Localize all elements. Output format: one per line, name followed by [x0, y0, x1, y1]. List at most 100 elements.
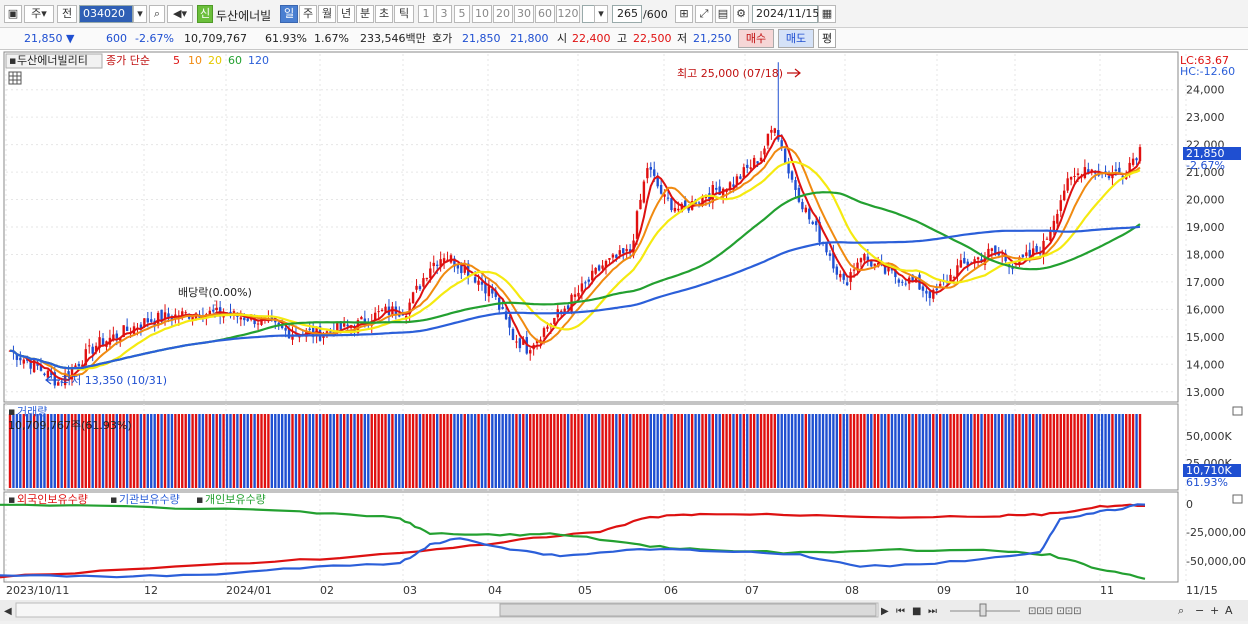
date-input[interactable]: 2024/11/15: [752, 5, 819, 23]
volume-bar: [294, 414, 298, 488]
volume-bar: [370, 414, 373, 488]
search-icon[interactable]: ⌕: [149, 5, 165, 23]
volume-bar: [990, 414, 994, 488]
candle-body: [1028, 249, 1031, 257]
new-badge[interactable]: 신: [197, 5, 213, 23]
period-tick[interactable]: 틱: [394, 5, 414, 23]
legend-stock-name: 두산에너빌리티: [17, 54, 88, 67]
stop-icon[interactable]: ■: [912, 606, 921, 617]
volume-bar: [494, 414, 497, 488]
interval-60[interactable]: 60: [535, 5, 555, 23]
candle-body: [1056, 213, 1059, 224]
zoom-slider-handle[interactable]: [979, 603, 987, 617]
volume-close-icon[interactable]: [1232, 406, 1243, 416]
volume-bar: [1066, 414, 1069, 488]
volume-bar: [391, 414, 394, 488]
hold-tick-25m: -25,000,00: [1186, 526, 1246, 539]
table-toggle-icon[interactable]: [8, 71, 22, 85]
interval-20[interactable]: 20: [493, 5, 513, 23]
type-select[interactable]: 주▾: [24, 5, 54, 23]
sell-button[interactable]: 매도: [778, 29, 814, 48]
candle-body: [477, 280, 480, 285]
volume-bar: [856, 414, 859, 488]
zoom-search-icon[interactable]: ⌕: [1178, 604, 1184, 617]
interval-30[interactable]: 30: [514, 5, 534, 23]
date-tick-label: 12: [144, 584, 158, 597]
period-second[interactable]: 초: [375, 5, 393, 23]
font-size-icon[interactable]: A: [1225, 604, 1233, 617]
legend-individual: 개인보유수량: [205, 493, 266, 506]
candle-body: [215, 307, 218, 311]
candle-body: [611, 254, 615, 258]
volume-bar: [777, 414, 780, 488]
scroll-right-icon[interactable]: ▶: [881, 606, 889, 617]
candle-body: [873, 263, 876, 266]
period-year[interactable]: 년: [337, 5, 355, 23]
layout-icons[interactable]: ⊡⊡⊡ ⊡⊡⊡: [1028, 606, 1081, 617]
candle-body: [742, 167, 746, 178]
period-day[interactable]: 일: [280, 5, 298, 23]
stock-code-input[interactable]: 034020: [79, 5, 133, 23]
period-month[interactable]: 월: [318, 5, 336, 23]
candle-body: [150, 319, 153, 322]
buy-button[interactable]: 매수: [738, 29, 774, 48]
quote-volume: 10,709,767: [184, 32, 247, 45]
volume-bar: [956, 414, 959, 488]
code-dropdown-icon[interactable]: ▾: [133, 5, 147, 23]
candle-body: [360, 316, 363, 320]
candle-body: [573, 294, 577, 297]
interval-dropdown-icon[interactable]: ▾: [594, 5, 608, 23]
interval-120[interactable]: 120: [556, 5, 580, 23]
volume-bar: [1021, 414, 1025, 488]
eval-button[interactable]: 평: [818, 29, 836, 48]
volume-bar: [673, 414, 677, 488]
volume-bar: [1111, 414, 1114, 488]
draw-tool-icon[interactable]: ⤢: [695, 5, 713, 23]
volume-bar: [563, 414, 566, 488]
calendar-icon[interactable]: ▦: [818, 5, 836, 23]
period-week[interactable]: 주: [299, 5, 317, 23]
zoom-in-icon[interactable]: +: [1210, 604, 1219, 617]
holding-close-icon[interactable]: [1232, 494, 1243, 504]
candle-body: [1118, 167, 1121, 173]
volume-bar: [890, 414, 894, 488]
candle-body: [825, 243, 828, 253]
quote-price: 21,850: [24, 32, 63, 45]
save-icon[interactable]: ▤: [715, 5, 731, 23]
volume-bar: [773, 414, 777, 488]
candle-body: [897, 279, 901, 283]
candle-body: [697, 202, 701, 204]
forward-icon[interactable]: ⏭: [928, 606, 937, 617]
candle-body: [553, 317, 556, 325]
volume-bar: [715, 414, 718, 488]
volume-bar: [539, 414, 542, 488]
grid-icon[interactable]: ⊞: [675, 5, 693, 23]
interval-5[interactable]: 5: [454, 5, 470, 23]
volume-bar: [1100, 414, 1104, 488]
period-minute[interactable]: 분: [356, 5, 374, 23]
volume-bar: [866, 414, 870, 488]
volume-bar: [329, 414, 332, 488]
stock-chart[interactable]: 24,00023,00022,00021,00020,00019,00018,0…: [0, 50, 1248, 621]
settings-gear-icon[interactable]: ⚙: [733, 5, 749, 23]
date-axis: 2023/10/11 12 2024/01 02 03 04 05 06 07 08 09 10 11 1…: [6, 584, 1218, 597]
sound-menu-icon[interactable]: ◀▾: [167, 5, 193, 23]
date-tick-label: 03: [403, 584, 417, 597]
rewind-icon[interactable]: ⏮: [896, 606, 905, 617]
window-menu-icon[interactable]: ▣: [4, 5, 22, 23]
candle-body: [666, 197, 670, 199]
count-input[interactable]: 265: [612, 5, 642, 23]
candle-body: [625, 248, 628, 252]
interval-10[interactable]: 10: [472, 5, 492, 23]
volume-bar: [742, 414, 746, 488]
interval-1[interactable]: 1: [418, 5, 434, 23]
date-tick-label: 2023/10/11: [6, 584, 69, 597]
scroll-left-icon[interactable]: ◀: [4, 606, 12, 617]
zoom-out-icon[interactable]: −: [1195, 604, 1204, 617]
volume-bar: [453, 414, 456, 488]
stock-name: 두산에너빌: [216, 9, 272, 23]
mode-select[interactable]: 전: [57, 5, 77, 23]
chart-area[interactable]: 24,000 23,000 22,000 21,000 20,000 19,000 18,0…: [0, 50, 1248, 621]
interval-3[interactable]: 3: [436, 5, 452, 23]
scrollbar-thumb[interactable]: [499, 603, 877, 617]
